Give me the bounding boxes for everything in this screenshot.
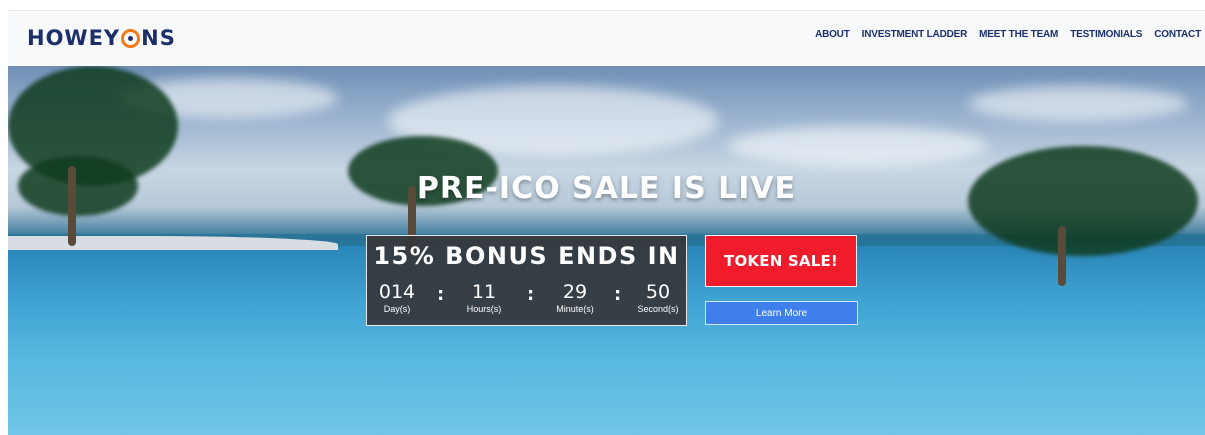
nav-testimonials[interactable]: TESTIMONIALS: [1070, 29, 1142, 40]
hero-banner: PRE-ICO SALE IS LIVE 15% BONUS ENDS IN 0…: [8, 66, 1205, 435]
nav-meet-the-team[interactable]: MEET THE TEAM: [979, 29, 1058, 40]
site-header: HOWEY NS ABOUT INVESTMENT LADDER MEET THE…: [8, 10, 1205, 66]
palm-tree-right: [938, 106, 1205, 306]
hours-label: Hours(s): [466, 304, 502, 314]
nav-contact[interactable]: CONTACT: [1154, 29, 1201, 40]
nav-about[interactable]: ABOUT: [815, 29, 850, 40]
hero-headline: PRE-ICO SALE IS LIVE: [416, 171, 797, 206]
countdown-separator: :: [614, 284, 622, 305]
logo-text-right: NS: [141, 26, 176, 50]
countdown-units: 014 Day(s) : 11 Hours(s) : 29 Minute(s) …: [367, 281, 686, 325]
logo-text-left: HOWEY: [27, 26, 121, 50]
seconds-label: Second(s): [637, 304, 679, 314]
minutes-value: 29: [562, 281, 588, 303]
countdown-seconds: 50 Second(s): [633, 281, 683, 314]
countdown-separator: :: [437, 284, 445, 305]
countdown-days: 014 Day(s): [375, 281, 419, 314]
bonus-countdown: 15% BONUS ENDS IN 014 Day(s) : 11 Hours(…: [366, 235, 687, 326]
coin-icon: [121, 28, 141, 48]
learn-more-button[interactable]: Learn More: [705, 301, 858, 325]
countdown-hours: 11 Hours(s): [460, 281, 508, 314]
minutes-label: Minute(s): [556, 304, 594, 314]
countdown-title: 15% BONUS ENDS IN: [373, 242, 680, 270]
seconds-value: 50: [645, 281, 671, 303]
hours-value: 11: [471, 281, 497, 303]
countdown-minutes: 29 Minute(s): [547, 281, 603, 314]
days-value: 014: [378, 281, 416, 303]
days-label: Day(s): [383, 304, 411, 314]
countdown-separator: :: [527, 284, 535, 305]
nav-investment-ladder[interactable]: INVESTMENT LADDER: [862, 29, 968, 40]
token-sale-button[interactable]: TOKEN SALE!: [705, 235, 857, 287]
main-nav: ABOUT INVESTMENT LADDER MEET THE TEAM TE…: [815, 29, 1201, 40]
howeycoins-logo[interactable]: HOWEY NS: [27, 24, 176, 52]
palm-tree-left: [8, 66, 188, 266]
